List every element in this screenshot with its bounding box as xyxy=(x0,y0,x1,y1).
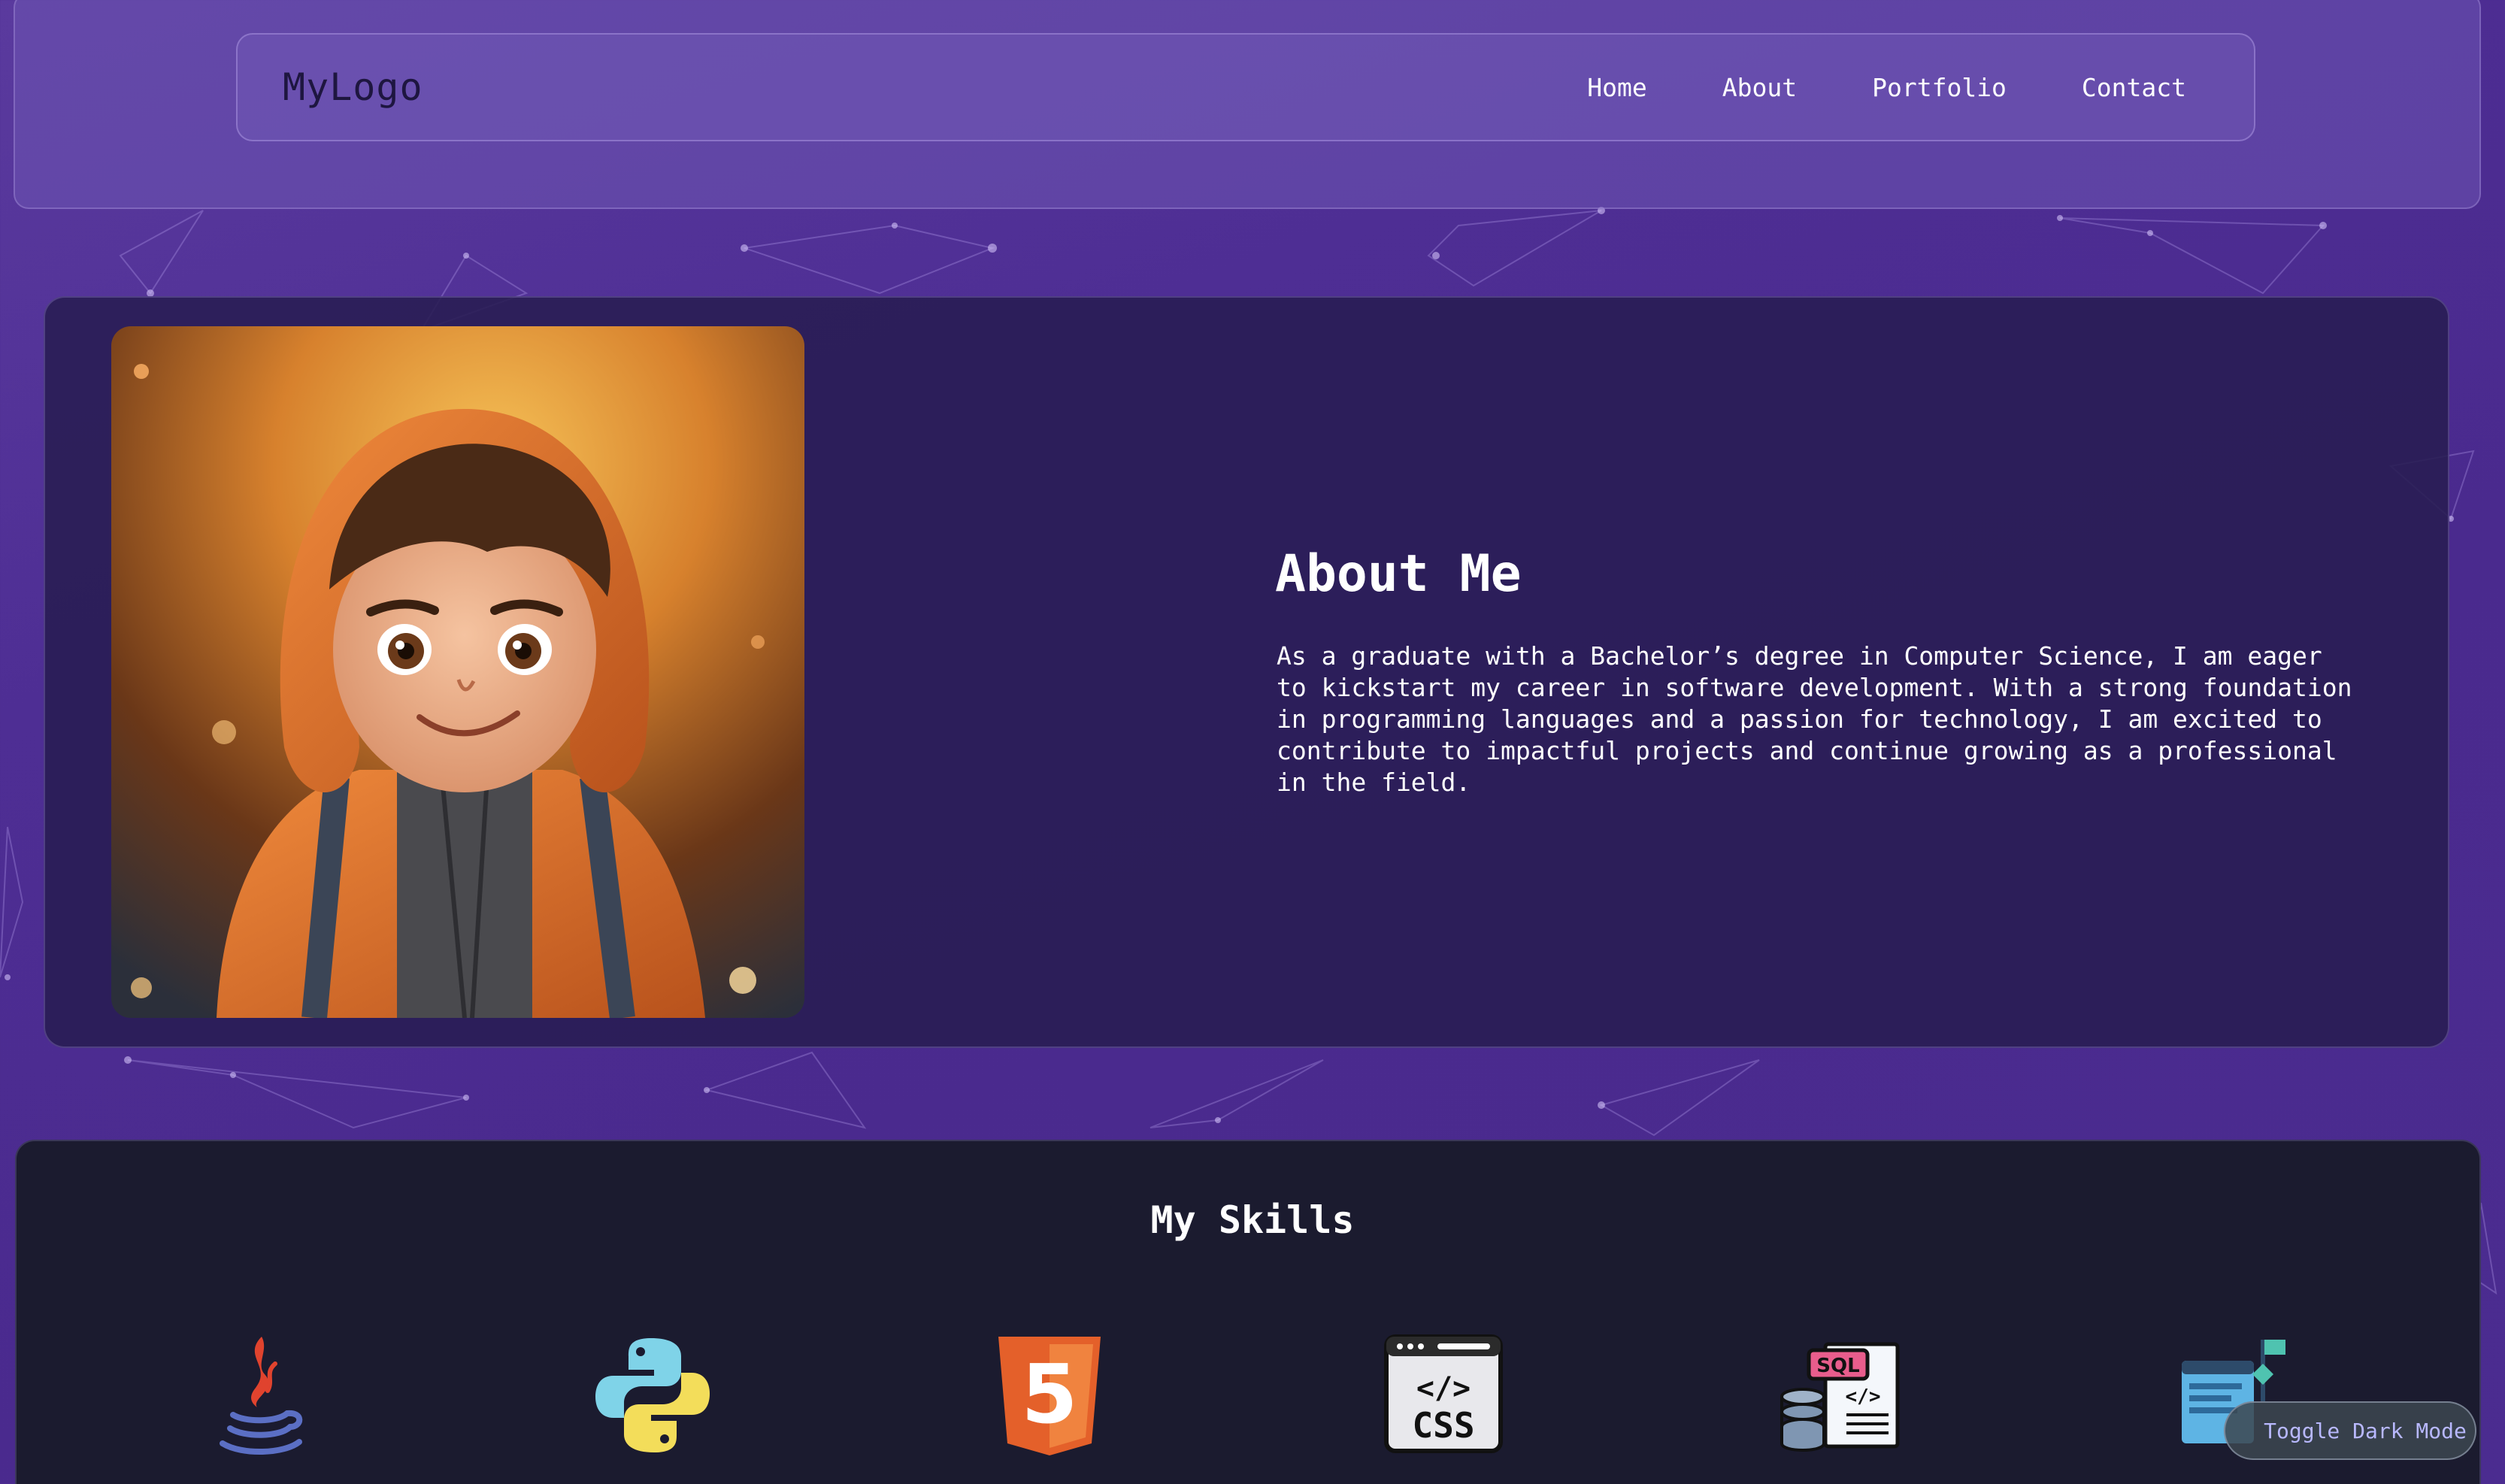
skills-section xyxy=(15,1140,2481,1484)
sql-icon: SQL </> xyxy=(1779,1334,1902,1457)
css-code-symbol: </> xyxy=(1416,1371,1471,1406)
python-icon xyxy=(591,1334,714,1460)
css-label: CSS xyxy=(1412,1405,1474,1446)
nav-portfolio-link[interactable]: Portfolio xyxy=(1872,73,2007,102)
java-icon xyxy=(212,1334,305,1463)
toggle-dark-mode-label: Toggle Dark Mode xyxy=(2264,1418,2467,1443)
sql-label: SQL xyxy=(1816,1355,1859,1377)
nav-home-link[interactable]: Home xyxy=(1587,73,1646,102)
html5-label: 5 xyxy=(1021,1348,1077,1442)
about-description: As a graduate with a Bachelor’s degree i… xyxy=(1277,641,2352,797)
skills-title: My Skills xyxy=(1150,1198,1355,1242)
toggle-dark-mode-button[interactable]: Toggle Dark Mode xyxy=(2224,1401,2476,1460)
navbar: MyLogo Home About Portfolio Contact xyxy=(236,33,2255,141)
nav-about-link[interactable]: About xyxy=(1722,73,1797,102)
html5-icon: 5 xyxy=(995,1334,1104,1461)
logo[interactable]: MyLogo xyxy=(283,65,423,109)
sql-code-symbol: </> xyxy=(1846,1386,1881,1408)
nav-links: Home About Portfolio Contact xyxy=(1512,73,2186,102)
about-title: About Me xyxy=(1275,544,1522,604)
avatar-image xyxy=(111,326,804,1018)
nav-contact-link[interactable]: Contact xyxy=(2082,73,2186,102)
avatar-illustration-icon xyxy=(111,326,804,1018)
css-icon: </> CSS xyxy=(1383,1334,1504,1457)
